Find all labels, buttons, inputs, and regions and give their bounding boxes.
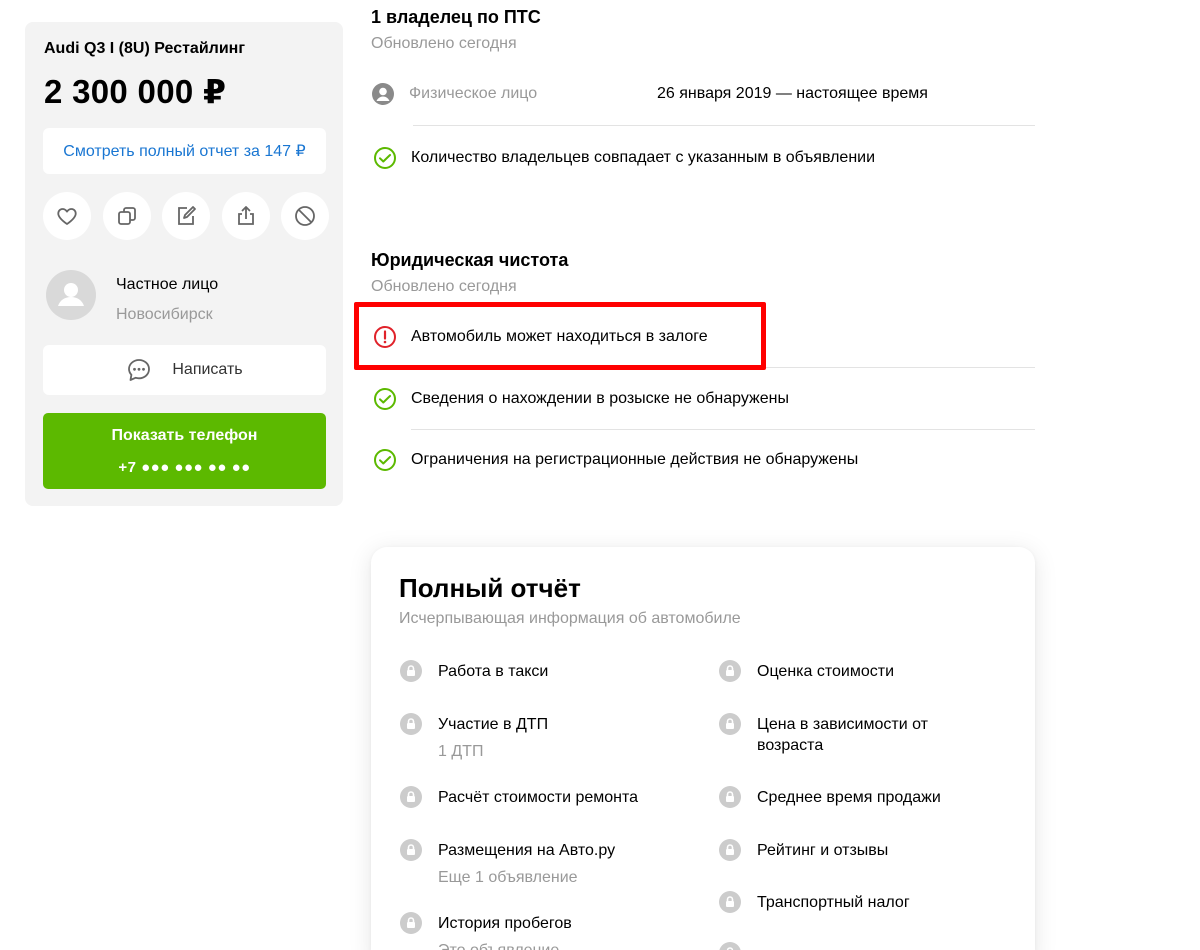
report-item-valuation[interactable]: Оценка стоимости bbox=[718, 660, 895, 683]
report-item-label: Работа в такси bbox=[438, 663, 549, 680]
legal-item-restrictions: Ограничения на регистрационные действия … bbox=[373, 448, 858, 472]
report-item-label: Участие в ДТП bbox=[438, 716, 549, 733]
report-item-label: Оценка стоимости bbox=[757, 663, 895, 680]
lock-icon bbox=[719, 942, 741, 950]
action-buttons bbox=[43, 192, 329, 242]
report-item-sub: 1 ДТП bbox=[438, 743, 484, 760]
divider bbox=[413, 125, 1035, 126]
legal-updated: Обновлено сегодня bbox=[371, 278, 517, 295]
page: Audi Q3 I (8U) Рестайлинг 2 300 000 ₽ См… bbox=[0, 0, 1200, 950]
owners-check-text: Количество владельцев совпадает с указан… bbox=[411, 149, 876, 166]
lock-icon bbox=[719, 713, 741, 735]
lock-icon bbox=[719, 786, 741, 808]
highlight-box bbox=[354, 302, 766, 370]
full-report-button[interactable]: Смотреть полный отчет за 147 ₽ bbox=[43, 128, 326, 174]
owners-title: 1 владелец по ПТС bbox=[371, 7, 541, 27]
owner-row: Физическое лицо 26 января 2019 — настоящ… bbox=[371, 82, 1035, 106]
legal-item-wanted: Сведения о нахождении в розыске не обнар… bbox=[373, 387, 789, 411]
check-circle-icon bbox=[373, 146, 397, 170]
lock-icon bbox=[400, 786, 422, 808]
report-item-sub: Это объявление bbox=[438, 940, 572, 950]
report-item-label: Среднее время продажи bbox=[757, 789, 941, 806]
share-button[interactable] bbox=[221, 192, 270, 240]
user-circle-icon bbox=[371, 82, 395, 106]
avatar bbox=[46, 270, 96, 320]
lock-icon bbox=[719, 660, 741, 682]
block-button[interactable] bbox=[281, 192, 329, 240]
seller-type: Частное лицо bbox=[116, 276, 219, 293]
check-circle-icon bbox=[373, 387, 397, 411]
full-report-title: Полный отчёт bbox=[399, 573, 581, 603]
favorite-button[interactable] bbox=[43, 192, 91, 240]
lock-icon bbox=[400, 713, 422, 735]
lock-icon bbox=[400, 660, 422, 682]
check-circle-icon bbox=[373, 448, 397, 472]
share-icon bbox=[237, 206, 254, 225]
owners-updated: Обновлено сегодня bbox=[371, 35, 517, 52]
report-item-listings[interactable]: Размещения на Авто.ру Еще 1 объявление bbox=[399, 839, 616, 888]
report-item-accidents[interactable]: Участие в ДТП 1 ДТП bbox=[399, 713, 549, 762]
lock-icon bbox=[400, 912, 422, 934]
lock-icon bbox=[400, 839, 422, 861]
legal-item-text: Ограничения на регистрационные действия … bbox=[411, 451, 859, 468]
show-phone-button[interactable]: Показать телефон +7 ●●● ●●● ●● ●● bbox=[43, 413, 326, 489]
report-item-more[interactable] bbox=[718, 942, 757, 950]
report-item-sale-time[interactable]: Среднее время продажи bbox=[718, 786, 941, 809]
user-icon bbox=[58, 283, 84, 306]
report-item-label: Цена в зависимости от возраста bbox=[757, 716, 928, 754]
copy-icon bbox=[117, 207, 136, 225]
report-item-label: Размещения на Авто.ру bbox=[438, 842, 616, 859]
report-item-label: Расчёт стоимости ремонта bbox=[438, 789, 639, 806]
lock-icon bbox=[719, 839, 741, 861]
owner-type: Физическое лицо bbox=[409, 85, 538, 102]
heart-icon bbox=[57, 208, 77, 225]
block-icon bbox=[295, 206, 315, 226]
car-price: 2 300 000 ₽ bbox=[44, 73, 227, 110]
chat-icon bbox=[128, 359, 151, 381]
divider bbox=[411, 429, 1035, 430]
report-item-mileage[interactable]: История пробегов Это объявление bbox=[399, 912, 572, 950]
edit-icon bbox=[178, 206, 196, 225]
note-button[interactable] bbox=[162, 192, 210, 240]
owners-check-row: Количество владельцев совпадает с указан… bbox=[373, 146, 875, 170]
report-item-label: Транспортный налог bbox=[757, 894, 910, 911]
car-title: Audi Q3 I (8U) Рестайлинг bbox=[44, 40, 245, 57]
divider bbox=[766, 367, 1035, 368]
report-item-label: История пробегов bbox=[438, 915, 572, 932]
report-item-repair[interactable]: Расчёт стоимости ремонта bbox=[399, 786, 639, 809]
seller-city: Новосибирск bbox=[116, 306, 213, 323]
report-item-rating[interactable]: Рейтинг и отзывы bbox=[718, 839, 889, 862]
phone-masked: +7 ●●● ●●● ●● ●● bbox=[118, 458, 251, 476]
compare-button[interactable] bbox=[102, 192, 151, 240]
full-report-subtitle: Исчерпывающая информация об автомобиле bbox=[399, 610, 741, 627]
legal-title: Юридическая чистота bbox=[371, 250, 569, 270]
lock-icon bbox=[719, 891, 741, 913]
report-item-sub: Еще 1 объявление bbox=[438, 869, 578, 886]
report-item-price-age[interactable]: Цена в зависимости от возраста bbox=[718, 713, 948, 756]
owner-period: 26 января 2019 — настоящее время bbox=[657, 85, 928, 102]
report-item-label: Рейтинг и отзывы bbox=[757, 842, 889, 859]
legal-item-text: Сведения о нахождении в розыске не обнар… bbox=[411, 390, 789, 407]
report-item-taxi[interactable]: Работа в такси bbox=[399, 660, 549, 683]
write-button-label: Написать bbox=[172, 361, 243, 378]
write-button[interactable]: Написать bbox=[43, 345, 326, 395]
listing-card: Audi Q3 I (8U) Рестайлинг 2 300 000 ₽ См… bbox=[25, 22, 343, 506]
show-phone-label: Показать телефон bbox=[111, 426, 258, 444]
full-report-card: Полный отчёт Исчерпывающая информация об… bbox=[371, 547, 1035, 950]
report-item-tax[interactable]: Транспортный налог bbox=[718, 891, 910, 914]
